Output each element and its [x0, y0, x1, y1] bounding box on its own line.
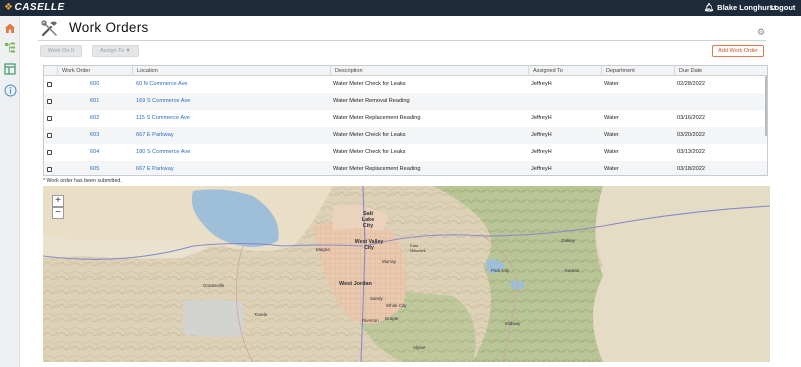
map-label-west-valley-city: West Valley City	[354, 239, 384, 251]
sidebar	[0, 16, 20, 367]
column-header-location[interactable]: Location	[132, 66, 330, 76]
column-header-due-date[interactable]: Due Date	[674, 66, 767, 76]
assigned-to-cell: JeffreyH	[531, 81, 552, 87]
work-order-link[interactable]: 601	[90, 93, 99, 110]
row-checkbox[interactable]	[47, 99, 52, 104]
map-label-salt-lake-city: Salt Lake City	[361, 211, 375, 229]
due-date-cell: 03/20/2022	[677, 132, 705, 138]
assigned-to-cell: JeffreyH	[531, 115, 552, 121]
department-cell: Water	[604, 81, 619, 87]
user-menu[interactable]: 🔔︎ Blake Longhurst	[704, 3, 776, 12]
logout-link[interactable]: Logout	[770, 3, 795, 12]
work-order-link[interactable]: 603	[90, 127, 99, 144]
column-header-work-order[interactable]: Work Order	[57, 66, 132, 76]
description-cell: Water Meter Check for Leaks	[333, 132, 406, 138]
table-row[interactable]: 602 115 S Commerce Ave Water Meter Repla…	[44, 110, 767, 127]
work-order-link[interactable]: 602	[90, 110, 99, 127]
location-link[interactable]: 115 S Commerce Ave	[136, 110, 190, 127]
table-row[interactable]: 605 667 E Parkway Water Meter Replacemen…	[44, 161, 767, 175]
info-icon[interactable]	[3, 83, 17, 97]
map-label-west-jordan: West Jordan	[339, 281, 372, 287]
title-divider	[38, 40, 766, 41]
location-link[interactable]: 667 E Parkway	[136, 161, 174, 175]
row-checkbox[interactable]	[47, 133, 52, 138]
map-label-kamas: Kamas	[565, 268, 580, 273]
map-label-grantsville: Grantsville	[203, 283, 225, 288]
assigned-to-cell: JeffreyH	[531, 166, 552, 172]
work-order-link[interactable]: 604	[90, 144, 99, 161]
page-title: Work Orders	[69, 20, 149, 35]
row-checkbox[interactable]	[47, 82, 52, 87]
due-date-cell: 03/13/2022	[677, 149, 705, 155]
submitted-footnote: * Work order has been submitted.	[43, 178, 122, 184]
location-link[interactable]: 60 N Commerce Ave	[136, 76, 188, 93]
assigned-to-cell: JeffreyH	[531, 132, 552, 138]
due-date-cell: 03/18/2022	[677, 166, 705, 172]
map-label-midway: Midway	[505, 321, 521, 326]
table-row[interactable]: 603 667 E Parkway Water Meter Check for …	[44, 127, 767, 144]
map-canvas[interactable]	[43, 186, 770, 362]
brand-mark-icon: ❖	[4, 2, 14, 13]
map-label-oakley: Oakley	[561, 238, 576, 243]
map-label-draper: Draper	[385, 316, 399, 321]
top-bar: ❖CASELLE 🔔︎ Blake Longhurst Logout	[0, 0, 801, 16]
map-label-white-city: White City	[386, 303, 407, 308]
gear-icon[interactable]: ⚙	[757, 27, 765, 38]
brand-name: CASELLE	[14, 2, 65, 13]
work-on-it-button[interactable]: Work On It	[40, 45, 82, 57]
org-chart-icon[interactable]	[3, 41, 17, 55]
work-order-link[interactable]: 600	[90, 76, 99, 93]
column-header-department[interactable]: Department	[601, 66, 674, 76]
assigned-to-cell: JeffreyH	[531, 149, 552, 155]
map-label-tooele: Tooele	[254, 312, 268, 317]
row-checkbox[interactable]	[47, 167, 52, 172]
map-label-alpine: Alpine	[413, 345, 426, 350]
department-cell: Water	[604, 149, 619, 155]
column-header-description[interactable]: Description	[330, 66, 528, 76]
due-date-cell: 02/28/2022	[677, 81, 705, 87]
layout-icon[interactable]	[3, 62, 17, 76]
table-row[interactable]: 600 60 N Commerce Ave Water Meter Check …	[44, 76, 767, 93]
table-row[interactable]: 601 169 S Commerce Ave Water Meter Remov…	[44, 93, 767, 110]
zoom-in-button[interactable]: +	[52, 195, 64, 207]
column-header-assigned-to[interactable]: Assigned To	[528, 66, 601, 76]
work-orders-table: Work Order Location Description Assigned…	[43, 65, 768, 176]
description-cell: Water Meter Check for Leaks	[333, 81, 406, 87]
home-icon[interactable]	[3, 21, 17, 35]
row-checkbox[interactable]	[47, 116, 52, 121]
map-label-riverton: Riverton	[362, 318, 379, 323]
add-work-order-button[interactable]: Add Work Order	[712, 45, 764, 57]
map-view[interactable]: + − Salt Lake City West Valley City Magn…	[43, 186, 770, 362]
map-label-park-city: Park City	[491, 268, 510, 273]
assign-to-dropdown[interactable]: Assign To ▼	[92, 45, 139, 57]
zoom-out-button[interactable]: −	[52, 207, 64, 219]
map-label-sandy: Sandy	[370, 296, 383, 301]
map-label-murray: Murray	[382, 259, 397, 264]
map-label-east-millcreek: East Millcreek	[410, 243, 426, 253]
department-cell: Water	[604, 132, 619, 138]
brand-logo[interactable]: ❖CASELLE	[4, 2, 65, 13]
department-cell: Water	[604, 166, 619, 172]
user-name: Blake Longhurst	[717, 3, 777, 12]
location-link[interactable]: 667 E Parkway	[136, 127, 174, 144]
bell-icon: 🔔︎	[704, 3, 715, 12]
description-cell: Water Meter Replacement Reading	[333, 115, 421, 121]
table-scrollbar[interactable]	[765, 76, 767, 136]
map-label-magna: Magna	[316, 247, 330, 252]
description-cell: Water Meter Check for Leaks	[333, 149, 406, 155]
row-checkbox[interactable]	[47, 150, 52, 155]
description-cell: Water Meter Removal Reading	[333, 98, 410, 104]
location-link[interactable]: 169 S Commerce Ave	[136, 93, 190, 110]
table-row[interactable]: 604 180 S Commerce Ave Water Meter Check…	[44, 144, 767, 161]
location-link[interactable]: 180 S Commerce Ave	[136, 144, 190, 161]
work-orders-icon	[40, 19, 60, 39]
table-header: Work Order Location Description Assigned…	[44, 66, 767, 76]
department-cell: Water	[604, 115, 619, 121]
description-cell: Water Meter Replacement Reading	[333, 166, 421, 172]
work-order-link[interactable]: 605	[90, 161, 99, 175]
due-date-cell: 03/16/2022	[677, 115, 705, 121]
